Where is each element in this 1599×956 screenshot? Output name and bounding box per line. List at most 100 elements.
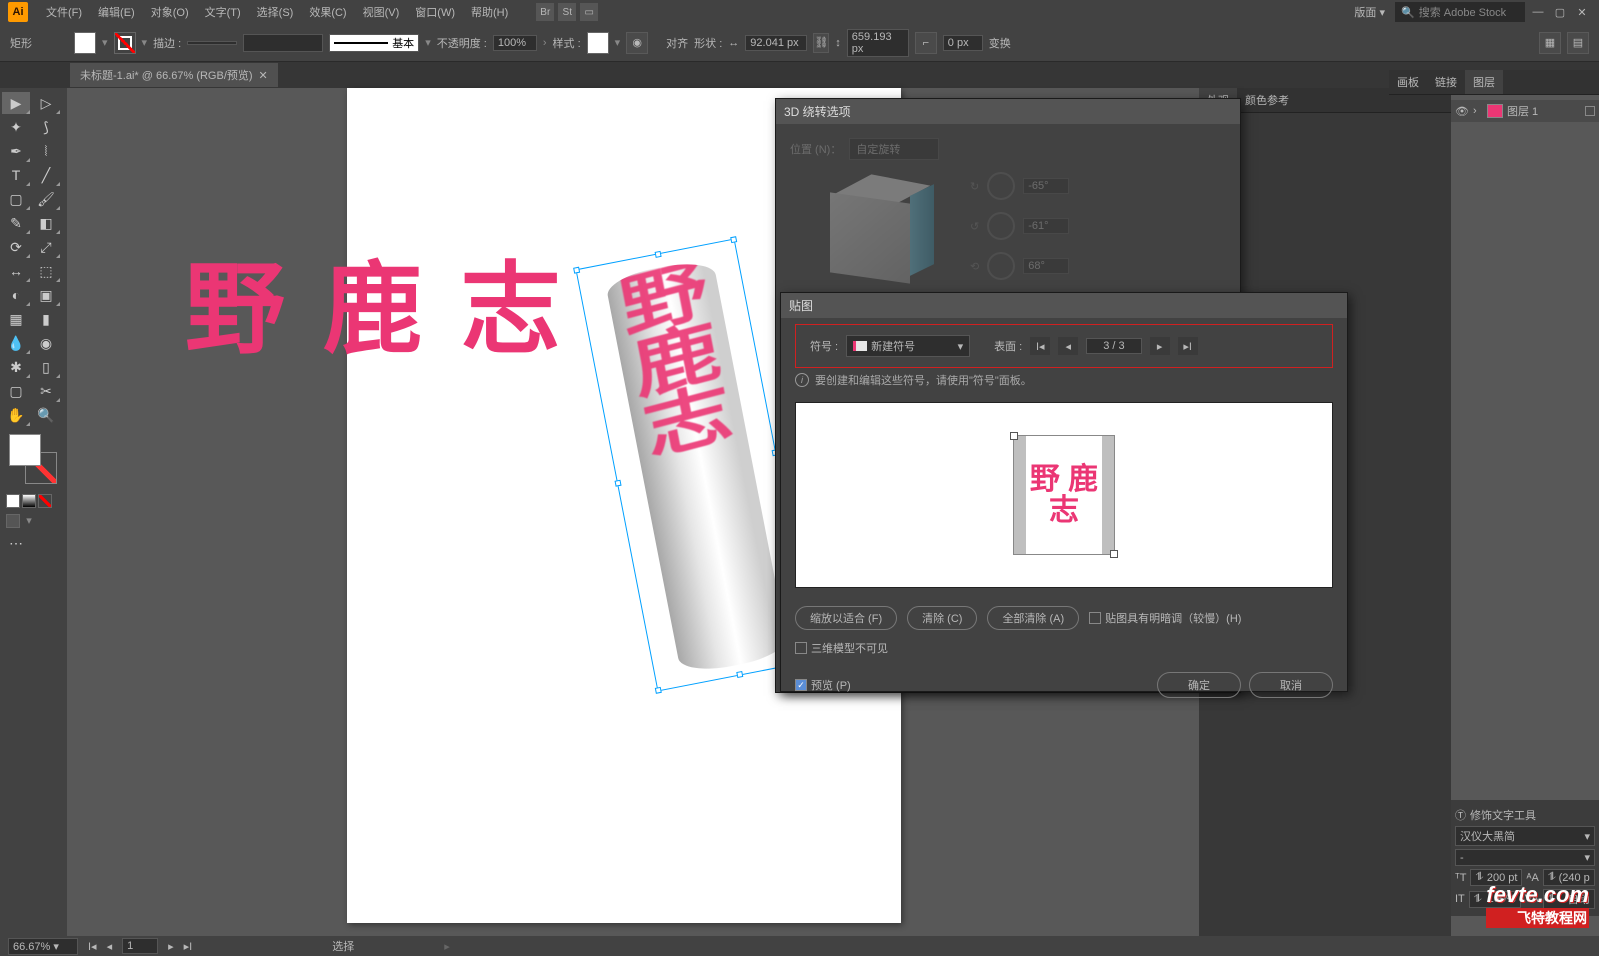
slice-tool[interactable]: ✂ [32, 380, 60, 402]
line-tool[interactable]: ╱ [32, 164, 60, 186]
layer-name[interactable]: 图层 1 [1507, 103, 1538, 119]
tab-close-icon[interactable]: ✕ [259, 69, 268, 82]
vwidth-dropdown[interactable] [243, 34, 323, 52]
links-tab[interactable]: 链接 [1427, 70, 1465, 94]
last-surface-icon[interactable]: ▸I [1178, 337, 1198, 355]
eraser-tool[interactable]: ◧ [32, 212, 60, 234]
bridge-icon[interactable]: Br [536, 3, 554, 21]
curvature-tool[interactable]: ⦚ [32, 140, 60, 162]
shape-builder-tool[interactable]: ◐ [2, 284, 30, 306]
menu-type[interactable]: 文字(T) [199, 2, 247, 22]
screen-mode-icon[interactable] [6, 514, 20, 528]
symbol-sprayer-tool[interactable]: ✱ [2, 356, 30, 378]
recolor-icon[interactable]: ◉ [626, 32, 648, 54]
font-family-dropdown[interactable]: 汉仪大黑简▾ [1455, 826, 1595, 846]
artboard-nav-input[interactable]: 1 [122, 938, 158, 954]
opacity-input[interactable]: 100% [493, 35, 537, 51]
workspace-dropdown[interactable]: 版面 ▾ [1348, 2, 1391, 22]
cancel-button[interactable]: 取消 [1249, 672, 1333, 698]
gradient-mode-icon[interactable] [22, 494, 36, 508]
artboards-tab[interactable]: 画板 [1389, 70, 1427, 94]
width-tool[interactable]: ↔ [2, 260, 30, 282]
perspective-tool[interactable]: ▣ [32, 284, 60, 306]
style-swatch[interactable] [587, 32, 609, 54]
first-surface-icon[interactable]: I◂ [1030, 337, 1050, 355]
corner-input[interactable]: 0 px [943, 35, 983, 51]
doc-tab[interactable]: 未标题-1.ai* @ 66.67% (RGB/预览) ✕ [70, 63, 278, 87]
stroke-width-input[interactable] [187, 41, 237, 45]
corner-icon[interactable]: ⌐ [915, 32, 937, 54]
pen-tool[interactable]: ✒ [2, 140, 30, 162]
graph-tool[interactable]: ▯ [32, 356, 60, 378]
paintbrush-tool[interactable]: 🖌 [32, 188, 60, 210]
close-icon[interactable]: ✕ [1573, 5, 1591, 19]
rotate-tool[interactable]: ⟳ [2, 236, 30, 258]
minimize-icon[interactable]: — [1529, 5, 1547, 19]
panel-toggle2-icon[interactable]: ▤ [1567, 32, 1589, 54]
ok-button[interactable]: 确定 [1157, 672, 1241, 698]
menu-window[interactable]: 窗口(W) [409, 2, 461, 22]
zoom-dropdown[interactable]: 66.67% ▾ [8, 938, 78, 955]
zoom-tool[interactable]: 🔍 [32, 404, 60, 426]
stroke-profile-dropdown[interactable]: 基本 [329, 34, 419, 52]
first-artboard-icon[interactable]: I◂ [88, 940, 97, 953]
next-surface-icon[interactable]: ▸ [1150, 337, 1170, 355]
rotation-cube[interactable] [830, 180, 930, 280]
maximize-icon[interactable]: ▢ [1551, 5, 1569, 19]
menu-view[interactable]: 视图(V) [357, 2, 406, 22]
rot-x-dial[interactable] [987, 172, 1015, 200]
artboard-tool[interactable]: ▢ [2, 380, 30, 402]
stroke-swatch[interactable] [114, 32, 136, 54]
layers-tab[interactable]: 图层 [1465, 70, 1503, 94]
rot-z-input[interactable]: 68° [1023, 258, 1069, 274]
menu-object[interactable]: 对象(O) [145, 2, 195, 22]
rot-x-input[interactable]: -65° [1023, 178, 1069, 194]
fill-swatch[interactable] [74, 32, 96, 54]
free-transform-tool[interactable]: ⬚ [32, 260, 60, 282]
height-input[interactable]: 659.193 px [847, 29, 909, 57]
clear-all-button[interactable]: 全部清除 (A) [987, 606, 1079, 630]
fill-indicator[interactable] [9, 434, 41, 466]
map-preview[interactable]: 野 鹿 志 [795, 402, 1333, 588]
rot-z-dial[interactable] [987, 252, 1015, 280]
font-weight-dropdown[interactable]: -▾ [1455, 849, 1595, 866]
direct-selection-tool[interactable]: ▷ [32, 92, 60, 114]
edit-toolbar-icon[interactable]: ⋯ [2, 532, 30, 554]
rot-y-input[interactable]: -61° [1023, 218, 1069, 234]
width-input[interactable]: 92.041 px [745, 35, 807, 51]
link-wh-icon[interactable]: ⛓ [813, 33, 829, 53]
align-label[interactable]: 对齐 [666, 35, 688, 51]
none-mode-icon[interactable] [38, 494, 52, 508]
panel-toggle-icon[interactable]: ▦ [1539, 32, 1561, 54]
selection-tool[interactable]: ▶ [2, 92, 30, 114]
color-mode-icon[interactable] [6, 494, 20, 508]
eyedropper-tool[interactable]: 💧 [2, 332, 30, 354]
color-guide-tab[interactable]: 颜色参考 [1237, 88, 1297, 112]
last-artboard-icon[interactable]: ▸I [184, 940, 193, 953]
transform-label[interactable]: 变换 [989, 35, 1011, 51]
scale-tool[interactable]: ⤢ [32, 236, 60, 258]
magic-wand-tool[interactable]: ✦ [2, 116, 30, 138]
scale-to-fit-button[interactable]: 缩放以适合 (F) [795, 606, 897, 630]
shade-checkbox[interactable]: 贴图具有明暗调（较慢）(H) [1089, 610, 1241, 626]
menu-help[interactable]: 帮助(H) [465, 2, 514, 22]
chevron-down-icon[interactable]: ▾ [22, 514, 36, 528]
hand-tool[interactable]: ✋ [2, 404, 30, 426]
menu-file[interactable]: 文件(F) [40, 2, 88, 22]
touch-type-icon[interactable]: Ⓣ [1455, 807, 1466, 823]
prev-artboard-icon[interactable]: ◂ [107, 940, 113, 953]
rectangle-tool[interactable]: ▢ [2, 188, 30, 210]
mesh-tool[interactable]: ▦ [2, 308, 30, 330]
fill-stroke-indicator[interactable] [9, 434, 59, 484]
invisible-checkbox[interactable]: 三维模型不可见 [795, 640, 888, 656]
menu-edit[interactable]: 编辑(E) [92, 2, 141, 22]
prev-surface-icon[interactable]: ◂ [1058, 337, 1078, 355]
gradient-tool[interactable]: ▮ [32, 308, 60, 330]
menu-select[interactable]: 选择(S) [251, 2, 300, 22]
arrange-icon[interactable]: ▭ [580, 3, 598, 21]
search-input[interactable]: 🔍搜索 Adobe Stock [1395, 2, 1525, 22]
blend-tool[interactable]: ◉ [32, 332, 60, 354]
preview-checkbox[interactable]: ✓预览 (P) [795, 677, 851, 693]
type-tool[interactable]: T [2, 164, 30, 186]
shaper-tool[interactable]: ✎ [2, 212, 30, 234]
